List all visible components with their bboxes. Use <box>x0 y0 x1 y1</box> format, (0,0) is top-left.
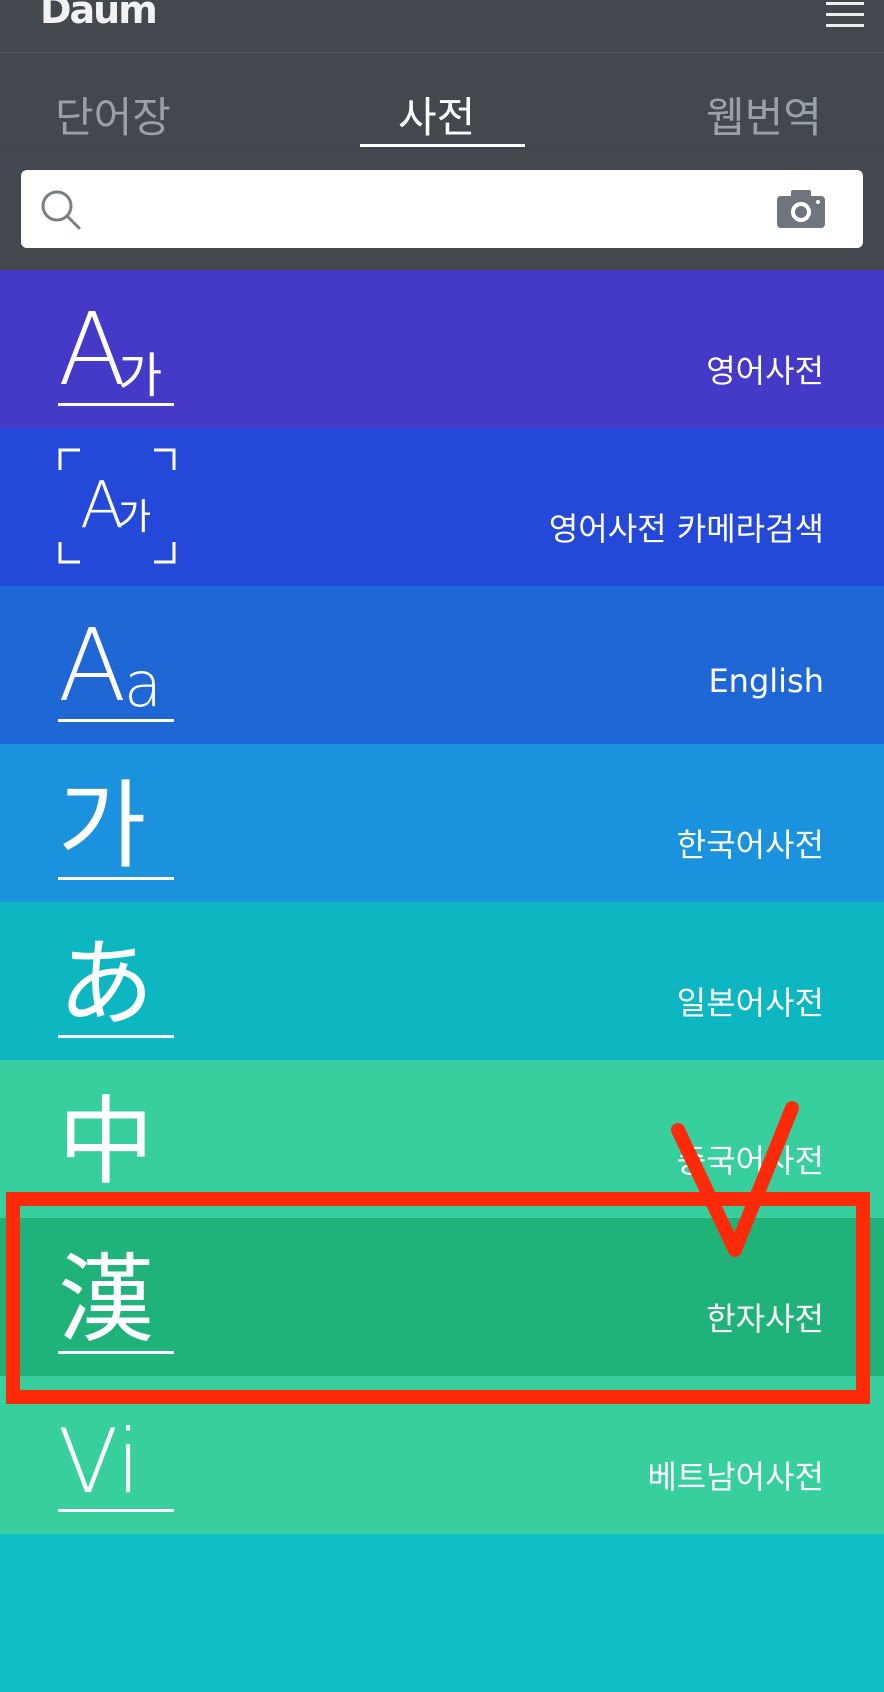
dictionary-label: 영어사전 카메라검색 <box>548 510 824 548</box>
japanese-glyph-icon: あ <box>58 922 176 1038</box>
dictionary-label: 중국어사전 <box>676 1142 824 1180</box>
dictionary-item-partial[interactable] <box>0 1534 884 1692</box>
search-input[interactable] <box>101 184 765 236</box>
dictionary-label: 베트남어사전 <box>647 1458 824 1496</box>
search-bar <box>21 170 863 248</box>
tab-web-translate[interactable]: 웹번역 <box>706 84 822 145</box>
active-tab-indicator <box>360 144 525 147</box>
camera-icon[interactable] <box>775 188 827 230</box>
dictionary-item-korean[interactable]: 가 한국어사전 <box>0 744 884 902</box>
dictionary-item-vietnamese[interactable]: Vi 베트남어사전 <box>0 1376 884 1534</box>
hamburger-menu-icon[interactable] <box>826 2 864 30</box>
dictionary-label: 영어사전 <box>706 352 824 390</box>
dictionary-label: 일본어사전 <box>676 984 824 1022</box>
partial-glyph-icon <box>58 1554 176 1670</box>
hanja-glyph-icon: 漢 <box>58 1238 176 1354</box>
dictionary-label: 한자사전 <box>706 1300 824 1338</box>
top-bar: Daum <box>0 0 884 53</box>
dictionary-item-japanese[interactable]: あ 일본어사전 <box>0 902 884 1060</box>
search-icon <box>41 190 81 230</box>
dictionary-item-english-korean[interactable]: A 가 영어사전 <box>0 270 884 428</box>
dictionary-item-english[interactable]: A a English <box>0 586 884 744</box>
daum-logo[interactable]: Daum <box>40 0 158 32</box>
dictionary-item-hanja[interactable]: 漢 한자사전 <box>0 1218 884 1376</box>
dictionary-item-chinese[interactable]: 中 중국어사전 <box>0 1060 884 1218</box>
dictionary-list: A 가 영어사전 A 가 영어사전 카메라검색 A a English 가 한국… <box>0 270 884 1692</box>
english-korean-glyph-icon: A 가 <box>58 290 176 406</box>
dictionary-label: English <box>708 662 824 700</box>
chinese-glyph-icon: 中 <box>58 1080 176 1196</box>
english-glyph-icon: A a <box>58 606 176 722</box>
korean-glyph-icon: 가 <box>58 764 176 880</box>
tab-dictionary[interactable]: 사전 <box>398 84 475 145</box>
tab-bar: 단어장 사전 웹번역 <box>0 52 884 149</box>
tab-wordbook[interactable]: 단어장 <box>55 84 171 145</box>
dictionary-label: 한국어사전 <box>676 826 824 864</box>
dictionary-item-camera-search[interactable]: A 가 영어사전 카메라검색 <box>0 428 884 586</box>
camera-scan-glyph-icon: A 가 <box>58 448 176 564</box>
vietnamese-glyph-icon: Vi <box>58 1396 176 1512</box>
